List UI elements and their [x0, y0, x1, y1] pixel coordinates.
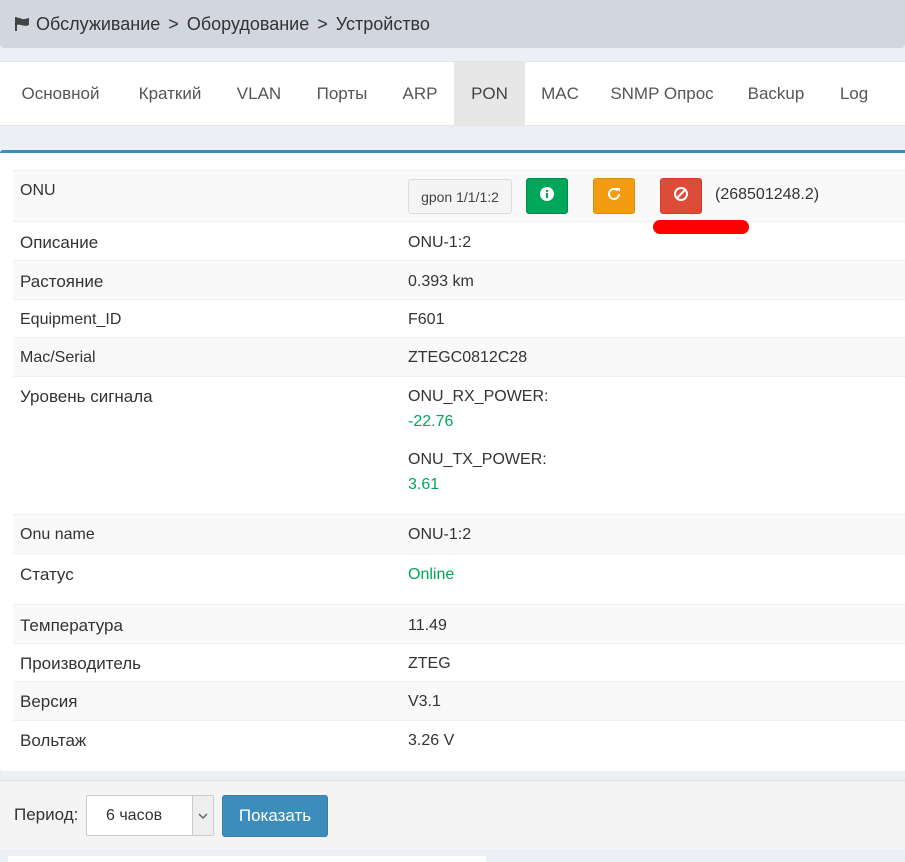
breadcrumb-separator: >	[168, 13, 179, 34]
voltage-label: Вольтаж	[20, 731, 87, 750]
breadcrumb-item-device: Устройство	[335, 13, 430, 34]
breadcrumb: Обслуживание > Оборудование > Устройство	[0, 0, 905, 48]
chart-area-edge	[8, 856, 486, 862]
breadcrumb-item-maintenance[interactable]: Обслуживание	[36, 14, 160, 35]
tx-power-value: 3.61	[408, 476, 440, 493]
voltage-row: Вольтаж 3.26 V	[13, 720, 905, 761]
onu-name-label: Onu name	[20, 526, 95, 543]
onu-name-row: Onu name ONU-1:2	[13, 514, 905, 554]
info-icon	[540, 186, 554, 206]
breadcrumb-item-equipment[interactable]: Оборудование	[187, 14, 309, 35]
distance-label: Растояние	[20, 272, 104, 291]
equipment-id-label: Equipment_ID	[20, 311, 122, 328]
ban-icon	[673, 186, 689, 207]
tab-ports[interactable]: Порты	[300, 62, 384, 125]
mac-serial-row: Mac/Serial ZTEGC0812C28	[13, 337, 905, 377]
tab-main[interactable]: Основной	[8, 62, 113, 125]
period-selected-value: 6 часов	[106, 807, 163, 824]
breadcrumb-separator: >	[317, 13, 328, 34]
equipment-id-value: F601	[408, 311, 445, 328]
equipment-id-row: Equipment_ID F601	[13, 299, 905, 338]
rx-power-value: -22.76	[408, 413, 454, 430]
rx-power-label: ONU_RX_POWER:	[408, 388, 549, 405]
version-row: Версия V3.1	[13, 681, 905, 721]
temperature-value: 11.49	[408, 617, 447, 634]
vendor-row: Производитель ZTEG	[13, 643, 905, 682]
status-value: Online	[408, 566, 455, 583]
tab-pon[interactable]: PON	[454, 62, 525, 125]
signal-label: Уровень сигнала	[20, 387, 153, 406]
distance-row: Растояние 0.393 km	[13, 260, 905, 300]
period-label: Период:	[14, 805, 79, 824]
port-button[interactable]: gpon 1/1/1:2	[408, 179, 512, 214]
tab-bar: Основной Краткий VLAN Порты ARP PON MAC …	[0, 61, 905, 126]
tab-brief[interactable]: Краткий	[120, 62, 220, 125]
flag-icon	[14, 17, 30, 31]
onu-label: ONU	[20, 182, 56, 199]
onu-details-panel: ONU gpon 1/1/1:2 (268501248.2) Описание …	[0, 150, 905, 771]
tab-backup[interactable]: Backup	[734, 62, 818, 125]
tab-snmp-poll[interactable]: SNMP Опрос	[598, 62, 726, 125]
onu-name-value: ONU-1:2	[408, 526, 472, 543]
status-row: Статус Online	[13, 553, 905, 605]
tab-mac[interactable]: MAC	[530, 62, 590, 125]
block-button[interactable]	[660, 178, 702, 214]
reload-button[interactable]	[593, 178, 635, 214]
distance-value: 0.393 km	[408, 273, 474, 290]
show-button[interactable]: Показать	[222, 795, 328, 837]
status-label: Статус	[20, 565, 74, 584]
mac-serial-value: ZTEGC0812C28	[408, 349, 528, 366]
mac-serial-label: Mac/Serial	[20, 349, 96, 366]
signal-row: Уровень сигнала ONU_RX_POWER: -22.76 ONU…	[13, 376, 905, 515]
voltage-value: 3.26 V	[408, 732, 455, 749]
tab-vlan[interactable]: VLAN	[226, 62, 292, 125]
vendor-value: ZTEG	[408, 655, 451, 672]
version-value: V3.1	[408, 693, 441, 710]
tab-arp[interactable]: ARP	[390, 62, 450, 125]
chevron-down-icon[interactable]	[192, 796, 213, 835]
red-highlight-mark	[653, 220, 749, 234]
vendor-label: Производитель	[20, 654, 142, 673]
onu-row: ONU gpon 1/1/1:2 (268501248.2)	[13, 170, 905, 222]
period-bar: Период: 6 часов Показать	[0, 780, 905, 849]
refresh-icon	[606, 186, 622, 207]
info-button[interactable]	[526, 178, 568, 214]
temperature-label: Температура	[20, 616, 123, 635]
period-select[interactable]: 6 часов	[86, 795, 214, 836]
onu-id: (268501248.2)	[715, 186, 820, 203]
version-label: Версия	[20, 692, 78, 711]
description-value: ONU-1:2	[408, 234, 472, 251]
description-row: Описание ONU-1:2	[13, 221, 905, 261]
tab-log[interactable]: Log	[826, 62, 882, 125]
tx-power-label: ONU_TX_POWER:	[408, 451, 547, 468]
description-label: Описание	[20, 233, 99, 252]
temperature-row: Температура 11.49	[13, 604, 905, 644]
